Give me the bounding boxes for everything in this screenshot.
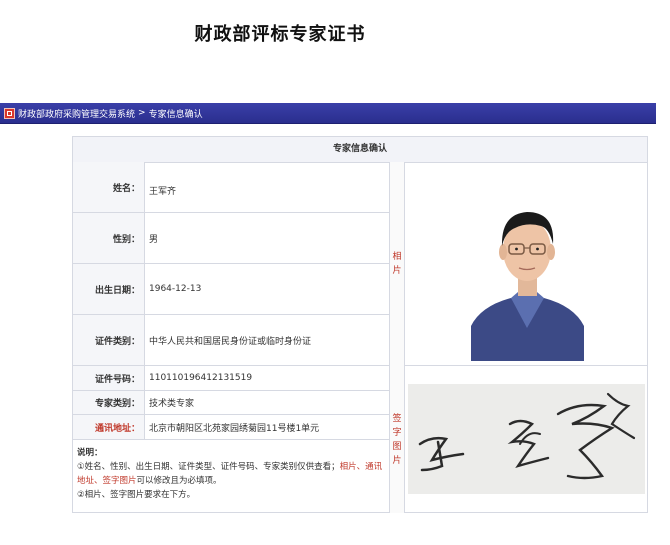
photo-column-label: 相 片	[389, 162, 405, 366]
field-value-expert-type: 技术类专家	[149, 399, 195, 409]
signature-label-char: 字	[392, 427, 402, 438]
expert-photo[interactable]	[471, 188, 584, 361]
field-label-expert-type: 专家类别：	[73, 391, 145, 414]
notes-line-2: ②相片、签字图片要求在下方。	[77, 490, 196, 500]
field-value-id-type: 中华人民共和国居民身份证或临时身份证	[149, 336, 312, 347]
photo-label-char: 相	[392, 252, 402, 262]
field-value-gender: 男	[149, 234, 159, 245]
field-label-id-type: 证件类别：	[73, 315, 145, 365]
field-value-id-number: 110110196412131519	[149, 373, 253, 383]
field-value-address[interactable]: 北京市朝阳区北苑家园绣菊园11号楼1单元	[149, 415, 389, 439]
field-row-gender: 性别： 男	[73, 213, 389, 264]
notes-line-1: ①姓名、性别、出生日期、证件类型、证件号码、专家类别仅供查看；相片、通讯地址、签…	[77, 460, 385, 488]
breadcrumb-separator: >	[138, 108, 146, 118]
photo-cell	[405, 162, 648, 366]
signature-label-char: 图	[392, 441, 402, 452]
signature-cell	[405, 366, 648, 513]
field-label-address: 通讯地址：	[73, 415, 145, 439]
field-label-name: 姓名：	[73, 162, 145, 212]
card-header: 专家信息确认	[73, 137, 647, 163]
field-row-id-number: 证件号码： 110110196412131519	[73, 366, 389, 391]
signature-column-label: 签 字 图 片	[389, 366, 405, 513]
field-row-expert-type: 专家类别： 技术类专家	[73, 391, 389, 415]
photo-label-char: 片	[392, 266, 402, 276]
breadcrumb-current: 专家信息确认	[148, 109, 203, 120]
notes-line-1-part-c: 可以修改且为必填项。	[136, 476, 222, 486]
field-row-birthdate: 出生日期： 1964-12-13	[73, 264, 389, 315]
notes-section: 说明： ①姓名、性别、出生日期、证件类型、证件号码、专家类别仅供查看；相片、通讯…	[73, 440, 389, 513]
field-row-name: 姓名： 王军齐	[73, 162, 389, 213]
signature-label-char: 签	[392, 413, 402, 424]
field-value-name: 王军齐	[149, 187, 177, 197]
breadcrumb-system[interactable]: 财政部政府采购管理交易系统	[18, 107, 135, 120]
page: 财政部评标专家证书 财政部政府采购管理交易系统 > 专家信息确认 专家信息确认 …	[0, 0, 670, 545]
field-value-birthdate: 1964-12-13	[149, 284, 202, 294]
signature-image[interactable]	[408, 384, 645, 494]
notes-title: 说明：	[77, 448, 103, 458]
field-row-address[interactable]: 通讯地址： 北京市朝阳区北苑家园绣菊园11号楼1单元	[73, 415, 389, 440]
expert-info-card: 专家信息确认 姓名： 王军齐 性别： 男 出生日期： 1964-12-13 证件…	[72, 136, 648, 513]
signature-label-char: 片	[392, 455, 402, 466]
field-label-birthdate: 出生日期：	[73, 264, 145, 314]
breadcrumb-bar: 财政部政府采购管理交易系统 > 专家信息确认	[0, 103, 656, 124]
document-title: 财政部评标专家证书	[194, 24, 366, 45]
field-label-gender: 性别：	[73, 213, 145, 263]
notes-line-1-part-a: ①姓名、性别、出生日期、证件类型、证件号码、专家类别仅供查看；	[77, 462, 340, 472]
field-row-id-type: 证件类别： 中华人民共和国居民身份证或临时身份证	[73, 315, 389, 366]
system-logo-icon	[4, 107, 15, 119]
field-label-id-number: 证件号码：	[73, 366, 145, 390]
